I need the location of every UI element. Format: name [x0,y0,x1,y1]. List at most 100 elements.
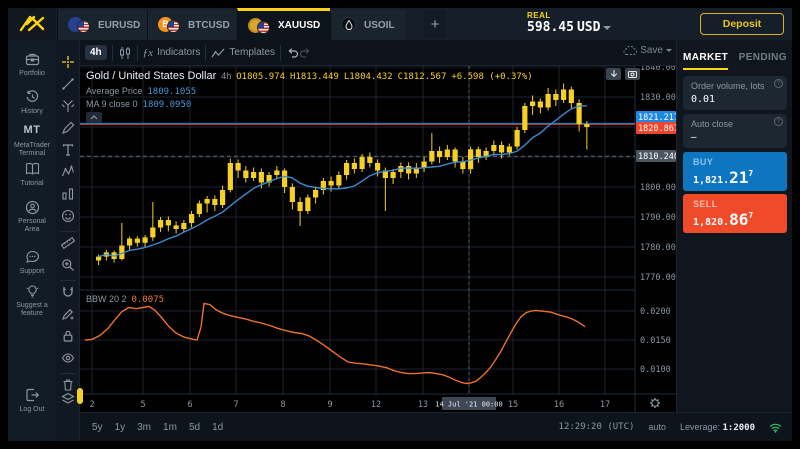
scroll-to-latest-button[interactable] [606,68,621,80]
sidebar-item-tutorial[interactable]: Tutorial [8,162,56,188]
svg-text:12: 12 [371,400,381,410]
sidebar-item-label: Log Out [8,406,56,414]
indicator-legend-average-price: Average Price 1809.1055 [86,86,196,97]
chart-type-candles-icon[interactable] [118,46,132,60]
app-window: EURUSD B BTCUSD XAUUSD USOIL + REA [0,0,800,449]
sidebar-item-history[interactable]: History [8,90,56,116]
exness-logo-icon [19,15,45,33]
sidebar-item-metatrader[interactable]: MT MetaTrader Terminal [8,124,56,158]
tab-pending[interactable]: PENDING [739,52,787,70]
forecast-tool-icon[interactable] [61,187,75,201]
chevron-down-icon [603,26,611,30]
crosshair-tool-icon[interactable] [61,55,75,69]
trend-line-tool-icon[interactable] [61,77,75,91]
templates-button[interactable]: Templates [211,47,275,59]
connection-signal-icon [769,422,782,433]
redo-button[interactable] [299,46,312,59]
timeframe-button[interactable]: 4h [85,45,107,60]
sidebar-item-label: Support [8,268,56,276]
sidebar-item-suggest-feature[interactable]: Suggest a feature [8,284,56,318]
screenshot-camera-button[interactable] [625,68,640,80]
svg-text:1821.217: 1821.217 [638,113,676,123]
emoji-tool-icon[interactable] [61,209,75,223]
range-5d[interactable]: 5d [189,422,200,433]
timezone-mode[interactable]: auto [648,422,666,432]
field-value: – [691,132,779,143]
brush-tool-icon[interactable] [61,121,75,135]
tab-label: USOIL [364,20,395,31]
svg-text:1830.000: 1830.000 [640,93,676,103]
tab-label: EURUSD [98,20,140,31]
svg-text:8: 8 [280,400,285,410]
indicators-button[interactable]: ƒx Indicators [143,47,201,59]
mt-badge: MT [8,124,56,139]
svg-text:1820.867: 1820.867 [638,124,676,134]
svg-text:7: 7 [233,400,238,410]
svg-text:0.0150: 0.0150 [640,336,671,346]
clock-utc[interactable]: 12:29:20 (UTC) [559,422,635,432]
help-icon[interactable]: ? [774,79,783,88]
range-3m[interactable]: 3m [137,422,151,433]
pattern-tool-icon[interactable] [61,165,75,179]
legend-collapse-button[interactable] [86,112,102,123]
chevron-down-icon [666,49,672,52]
remove-drawings-trash-icon[interactable] [61,378,75,392]
exness-logo[interactable] [8,8,56,40]
bbw-label: BBW 20 2 [86,294,127,304]
pitchfork-tool-icon[interactable] [61,99,75,113]
sidebar-item-logout[interactable]: Log Out [8,388,56,414]
lock-tool-icon[interactable] [61,329,75,343]
tab-market[interactable]: MARKET [683,52,728,70]
buy-label: BUY [693,157,777,167]
undo-button[interactable] [286,46,299,59]
ohlc-low: L1804.432 [344,72,393,82]
help-icon[interactable]: ? [774,117,783,126]
sidebar-item-portfolio[interactable]: Portfolio [8,52,56,78]
ruler-tool-icon[interactable] [61,236,75,250]
range-1m[interactable]: 1m [163,422,177,433]
sell-button[interactable]: SELL 1,820.867 [683,194,787,233]
tab-usoil[interactable]: USOIL [330,10,405,40]
price-chart-canvas[interactable]: 1840.0001830.0001800.0001790.0001780.000… [80,66,676,412]
oil-drop-icon [341,17,358,33]
object-tree-layers-icon[interactable] [61,392,75,406]
text-tool-icon[interactable] [61,143,75,157]
range-1d[interactable]: 1d [212,422,223,433]
range-1y[interactable]: 1y [115,422,126,433]
edit-mode-icon[interactable] [61,307,75,321]
svg-text:0.0200: 0.0200 [640,307,671,317]
svg-text:1770.000: 1770.000 [640,273,676,283]
save-layout-button[interactable]: Save [623,45,672,56]
drawing-toolbar [56,40,80,441]
buy-button[interactable]: BUY 1,821.217 [683,152,787,191]
sidebar-item-personal-area[interactable]: Personal Area [8,200,56,234]
indicator-label: MA 9 close 0 [86,99,138,109]
indicator-value: 1809.1055 [147,87,196,97]
templates-icon [211,47,225,59]
hide-drawings-eye-icon[interactable] [61,351,75,365]
svg-text:5: 5 [140,400,145,410]
svg-text:9: 9 [327,400,332,410]
sidebar-item-support[interactable]: Support [8,250,56,276]
account-balance[interactable]: REAL 598.45 USD [527,11,611,35]
range-5y[interactable]: 5y [92,422,103,433]
field-label: Auto close [691,119,779,129]
magnet-tool-icon[interactable] [61,285,75,299]
add-instrument-button[interactable]: + [424,10,446,38]
tab-btcusd[interactable]: B BTCUSD [147,10,240,40]
templates-label: Templates [229,47,275,58]
leverage-label: Leverage: [680,422,720,432]
leverage-status: Leverage: 1:2000 [680,422,755,433]
auto-close-field[interactable]: ? Auto close – [683,114,787,148]
tab-eurusd[interactable]: EURUSD [57,10,150,40]
svg-text:1840.000: 1840.000 [640,66,676,73]
sidebar-item-label: MetaTrader Terminal [10,142,54,158]
history-icon [8,90,56,105]
edge-marker [77,388,83,404]
sidebar-item-label: Portfolio [8,70,56,78]
order-volume-field[interactable]: ? Order volume, lots 0.01 [683,76,787,110]
deposit-button[interactable]: Deposit [700,13,784,35]
save-label: Save [640,45,663,56]
zoom-tool-icon[interactable] [61,258,75,272]
tab-xauusd[interactable]: XAUUSD [237,8,330,40]
